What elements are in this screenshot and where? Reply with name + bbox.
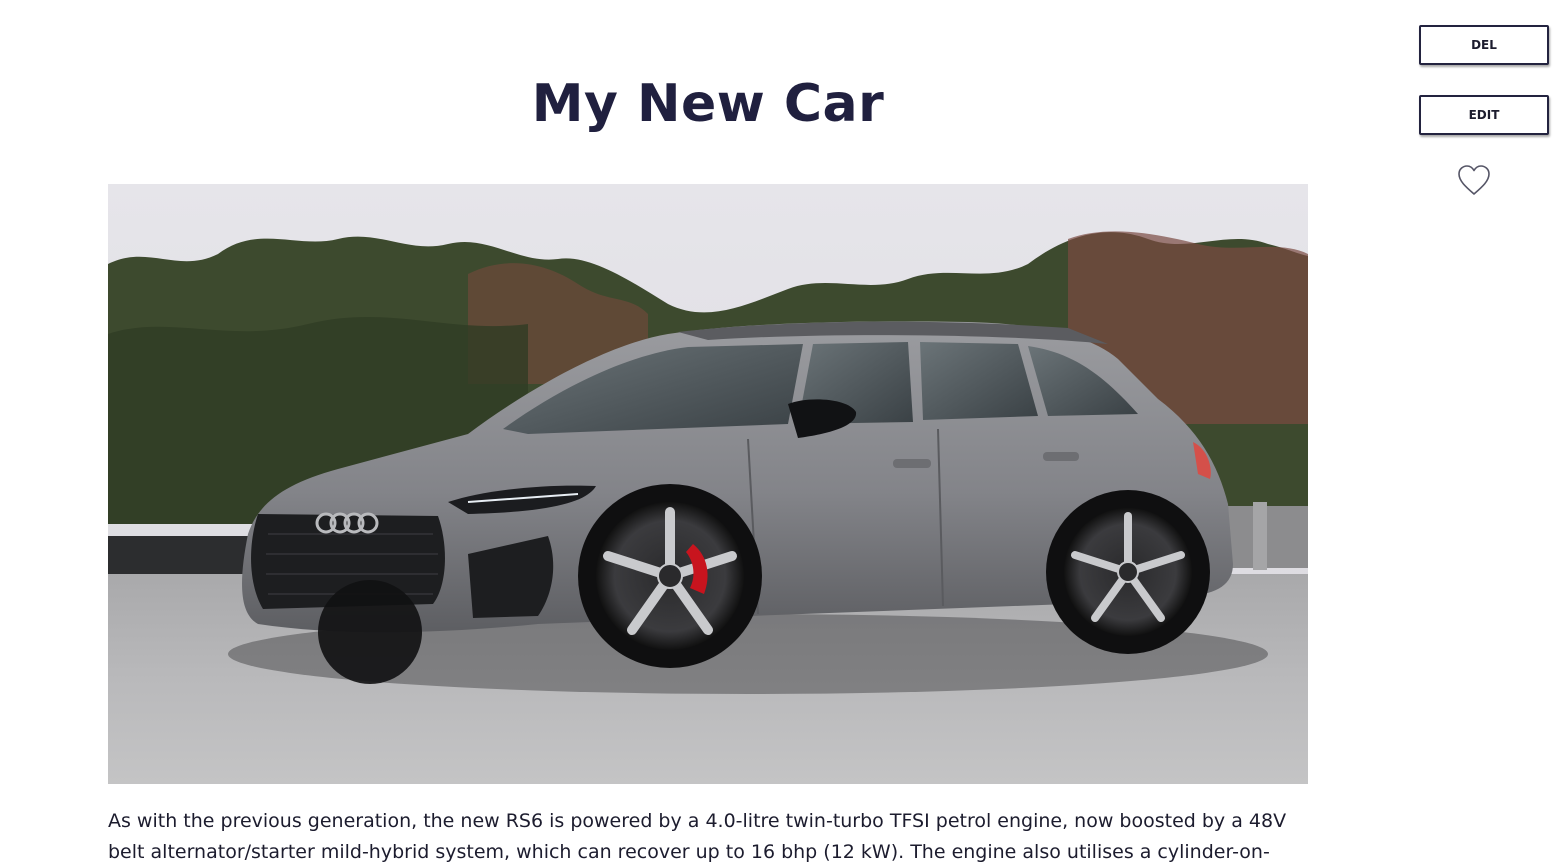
delete-button[interactable]: DEL bbox=[1419, 25, 1549, 65]
edit-button[interactable]: EDIT bbox=[1419, 95, 1549, 135]
page-title: My New Car bbox=[531, 74, 885, 134]
post-body: As with the previous generation, the new… bbox=[108, 810, 1287, 863]
car-photo bbox=[108, 184, 1308, 784]
post-page: My New Car DEL EDIT As with the previous… bbox=[0, 0, 1558, 868]
post-image bbox=[108, 184, 1308, 784]
heart-icon bbox=[1458, 165, 1490, 195]
like-button[interactable] bbox=[1456, 163, 1492, 197]
